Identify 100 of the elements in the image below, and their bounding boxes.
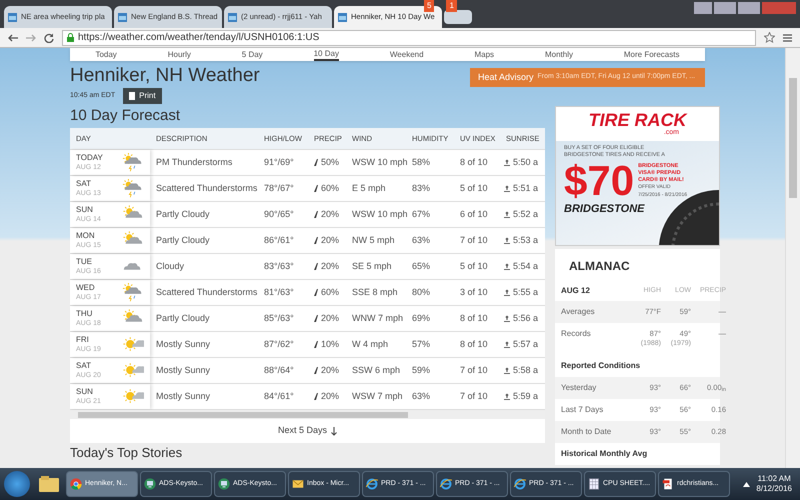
precip-value: 10% [321, 338, 340, 351]
sunrise-icon [504, 289, 510, 296]
table-cell-text: 81°/63° [263, 286, 295, 299]
table-cell-text: PM Thunderstorms [155, 156, 234, 169]
sunrise-time: 5:57 a [513, 338, 538, 351]
print-button[interactable]: Print [123, 88, 162, 104]
table-cell-text: 90°/65° [263, 208, 295, 221]
table-cell-text: WSW 7 mph [351, 390, 404, 403]
new-tab-button[interactable] [444, 10, 472, 24]
back-icon[interactable] [8, 34, 18, 42]
table-cell-text: W 4 mph [351, 338, 390, 351]
precip-value: 60% [321, 286, 340, 299]
table-cell-text: Partly Cloudy [155, 312, 211, 325]
location-title: Henniker, NH Weather [70, 64, 260, 88]
table-cell-text: Cloudy [155, 260, 186, 273]
table-cell-text: 91°/69° [263, 156, 295, 169]
ad-maker: BRIDGESTONE [564, 203, 646, 215]
nav-tab[interactable]: Today [95, 50, 117, 60]
clock-date: 8/12/2016 [756, 484, 792, 494]
page-icon [118, 12, 127, 22]
sunrise-time: 5:56 a [513, 312, 538, 325]
table-cell-text: Mostly Sunny [155, 390, 212, 403]
sunrise-time: 5:59 a [513, 390, 538, 403]
table-cell-text: 6 of 10 [459, 208, 489, 221]
sunrise-time: 5:54 a [513, 260, 538, 273]
document-icon [662, 478, 674, 490]
nav-tab[interactable]: Weekend [390, 50, 424, 60]
table-cell-text: 85°/63° [263, 312, 295, 325]
clock-time: 11:02 AM [758, 474, 791, 484]
day-label: SAT [76, 361, 92, 371]
table-cell-text: 86°/61° [263, 234, 295, 247]
table-cell-text: 57% [411, 338, 432, 351]
sunrise-icon [504, 263, 510, 270]
page-icon [338, 12, 347, 22]
start-button[interactable] [4, 471, 30, 497]
menu-icon[interactable] [783, 34, 792, 42]
sunrise-time: 5:53 a [513, 234, 538, 247]
sunrise-icon [504, 237, 510, 244]
table-cell-text: 63% [411, 390, 432, 403]
table-cell-text: SE 5 mph [351, 260, 393, 273]
star-icon[interactable] [764, 32, 775, 43]
page-icon [228, 12, 237, 22]
precip-value: 20% [321, 260, 340, 273]
table-cell-text: Scattered Thunderstorms [155, 182, 258, 195]
sunrise-icon [504, 393, 510, 400]
address-field[interactable]: https://weather.com/weather/tenday/l/USNH0106:1:US [62, 30, 756, 46]
ad-amount: $70 [564, 159, 634, 203]
nav-tab[interactable]: 5 Day [242, 50, 263, 60]
document-icon [129, 92, 136, 100]
table-cell-text: 58% [411, 156, 432, 169]
day-label: MON [76, 231, 96, 241]
table-cell-text: 80% [411, 286, 432, 299]
nav-tab[interactable]: Maps [474, 50, 494, 60]
almanac-date: AUG 12 [561, 285, 591, 297]
precip-value: 20% [321, 390, 340, 403]
spreadsheet-icon [588, 478, 600, 490]
table-cell-text: E 5 mph [351, 182, 387, 195]
table-cell-text: 7 of 10 [459, 390, 489, 403]
precip-value: 20% [321, 312, 340, 325]
browser-icon [366, 478, 378, 490]
table-cell-text: 59% [411, 364, 432, 377]
weather-icon [122, 152, 144, 172]
table-cell-text: 84°/61° [263, 390, 295, 403]
table-cell-text: 8 of 10 [459, 338, 489, 351]
folder-icon[interactable] [38, 474, 60, 494]
table-cell-text: Partly Cloudy [155, 208, 211, 221]
day-label: SUN [76, 387, 94, 397]
nav-tab[interactable]: Hourly [168, 50, 191, 60]
vertical-scrollbar[interactable] [785, 48, 800, 468]
down-arrow-icon [331, 426, 338, 436]
forward-icon[interactable] [26, 34, 36, 42]
sunrise-icon [504, 159, 510, 166]
almanac-row-label: Last 7 Days [561, 404, 604, 416]
almanac-section-title: Reported Conditions [560, 360, 642, 372]
almanac-row-label: Averages [561, 306, 596, 318]
table-cell-text: 7 of 10 [459, 234, 489, 247]
nav-tab[interactable]: 10 Day [314, 48, 339, 60]
weather-icon [122, 282, 144, 302]
envelope-icon [292, 478, 304, 490]
day-label: SAT [76, 179, 92, 189]
day-label: FRI [76, 335, 90, 345]
precip-value: 50% [321, 156, 340, 169]
table-cell-text: 5 of 10 [459, 260, 489, 273]
nav-tab[interactable]: Monthly [544, 50, 573, 60]
table-cell-text: 5 of 10 [459, 182, 489, 195]
reload-icon[interactable] [44, 32, 54, 42]
table-cell-text: 78°/67° [263, 182, 295, 195]
table-cell-text: 7 of 10 [459, 364, 489, 377]
sunrise-icon [504, 367, 510, 374]
next-days-button[interactable]: Next 5 Days [70, 419, 545, 443]
section-title: 10 Day Forecast [70, 106, 182, 126]
table-cell-text: Scattered Thunderstorms [155, 286, 258, 299]
almanac-title: ALMANAC [568, 258, 631, 275]
tire-drawing [659, 190, 719, 245]
tray-icon[interactable] [743, 482, 750, 486]
sunrise-icon [504, 185, 510, 192]
browser-icon [440, 478, 452, 490]
nav-tab[interactable]: More Forecasts [624, 50, 680, 60]
day-label: WED [76, 283, 96, 293]
table-cell-text: WNW 7 mph [351, 312, 404, 325]
